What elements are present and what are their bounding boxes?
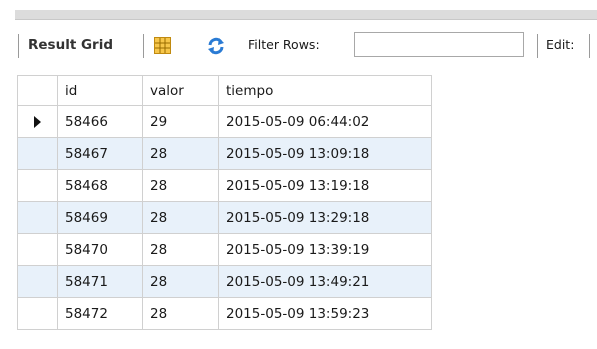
table-row[interactable]: 58469 28 2015-05-09 13:29:18 <box>17 201 432 234</box>
cell-valor[interactable]: 28 <box>142 297 219 330</box>
row-indicator[interactable] <box>17 137 58 170</box>
cell-id[interactable]: 58466 <box>57 105 143 138</box>
cell-valor[interactable]: 28 <box>142 169 219 202</box>
column-header-tiempo[interactable]: tiempo <box>218 75 432 106</box>
cell-tiempo[interactable]: 2015-05-09 06:44:02 <box>218 105 432 138</box>
table-row[interactable]: 58472 28 2015-05-09 13:59:23 <box>17 297 432 330</box>
cell-id[interactable]: 58469 <box>57 201 143 234</box>
cell-id[interactable]: 58471 <box>57 265 143 298</box>
result-grid-tab[interactable]: Result Grid <box>28 37 113 53</box>
table-row[interactable]: 58466 29 2015-05-09 06:44:02 <box>17 105 432 138</box>
cell-valor[interactable]: 28 <box>142 201 219 234</box>
cell-tiempo[interactable]: 2015-05-09 13:49:21 <box>218 265 432 298</box>
row-indicator[interactable] <box>17 233 58 266</box>
column-header-id[interactable]: id <box>57 75 143 106</box>
row-indicator[interactable] <box>17 265 58 298</box>
table-row[interactable]: 58468 28 2015-05-09 13:19:18 <box>17 169 432 202</box>
toolbar-separator <box>143 34 144 58</box>
column-header-valor[interactable]: valor <box>142 75 219 106</box>
toolbar-separator <box>537 34 538 58</box>
row-indicator[interactable] <box>17 169 58 202</box>
filter-rows-input[interactable] <box>354 32 524 57</box>
cell-id[interactable]: 58467 <box>57 137 143 170</box>
table-row[interactable]: 58471 28 2015-05-09 13:49:21 <box>17 265 432 298</box>
cell-tiempo[interactable]: 2015-05-09 13:19:18 <box>218 169 432 202</box>
edit-label: Edit: <box>546 37 575 52</box>
refresh-icon[interactable] <box>206 36 226 56</box>
cell-valor[interactable]: 29 <box>142 105 219 138</box>
result-toolbar: Result Grid Filter Rows: Edit: <box>0 28 597 64</box>
cell-tiempo[interactable]: 2015-05-09 13:59:23 <box>218 297 432 330</box>
cell-tiempo[interactable]: 2015-05-09 13:29:18 <box>218 201 432 234</box>
row-indicator-header <box>17 75 58 106</box>
cell-tiempo[interactable]: 2015-05-09 13:39:19 <box>218 233 432 266</box>
table-row[interactable]: 58470 28 2015-05-09 13:39:19 <box>17 233 432 266</box>
header-row: id valor tiempo <box>17 75 432 106</box>
toolbar-separator <box>589 34 590 58</box>
top-scroll-strip <box>15 10 597 20</box>
form-grid-icon[interactable] <box>154 37 171 54</box>
cell-tiempo[interactable]: 2015-05-09 13:09:18 <box>218 137 432 170</box>
filter-rows-label: Filter Rows: <box>248 37 320 52</box>
cell-id[interactable]: 58468 <box>57 169 143 202</box>
cell-valor[interactable]: 28 <box>142 265 219 298</box>
result-grid-table: id valor tiempo 58466 29 2015-05-09 06:4… <box>17 75 432 330</box>
toolbar-separator <box>18 34 19 58</box>
row-indicator[interactable] <box>17 201 58 234</box>
row-indicator[interactable] <box>17 297 58 330</box>
row-indicator[interactable] <box>17 105 58 138</box>
table-row[interactable]: 58467 28 2015-05-09 13:09:18 <box>17 137 432 170</box>
cell-id[interactable]: 58472 <box>57 297 143 330</box>
cell-valor[interactable]: 28 <box>142 233 219 266</box>
cell-id[interactable]: 58470 <box>57 233 143 266</box>
current-row-arrow-icon <box>34 115 41 128</box>
cell-valor[interactable]: 28 <box>142 137 219 170</box>
